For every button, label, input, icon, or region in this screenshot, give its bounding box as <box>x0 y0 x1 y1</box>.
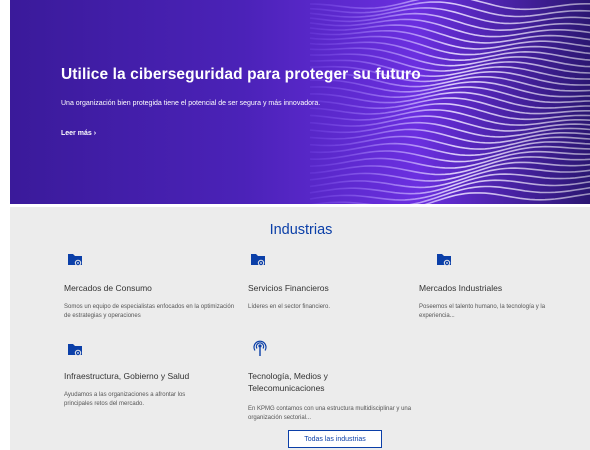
hero-banner: Utilice la ciberseguridad para proteger … <box>10 0 590 204</box>
industry-description: En KPMG contamos con una estructura mult… <box>248 406 412 421</box>
industry-title[interactable]: Tecnología, Medios y Telecomunicaciones <box>248 370 378 394</box>
hero-title: Utilice la ciberseguridad para proteger … <box>61 66 421 83</box>
hero-description: Una organización bien protegida tiene el… <box>61 100 321 107</box>
industry-description: Líderes en el sector financiero. <box>248 304 331 310</box>
industry-title[interactable]: Mercados de Consumo <box>64 282 152 294</box>
industries-section: Industrias Mercados de Consumo Somos un … <box>10 207 590 450</box>
hero-wave-line <box>309 47 590 68</box>
broadcast-icon <box>251 339 269 357</box>
folder-gear-icon <box>66 250 84 268</box>
all-industries-button[interactable]: Todas las industrias <box>288 430 382 448</box>
folder-gear-icon <box>249 250 267 268</box>
read-more-label: Leer más <box>61 130 92 137</box>
industry-title[interactable]: Infraestructura, Gobierno y Salud <box>64 370 189 382</box>
hero-wave-line <box>309 121 590 138</box>
hero-wave-line <box>309 30 590 50</box>
industry-title[interactable]: Servicios Financieros <box>248 282 329 294</box>
chevron-right-icon: › <box>93 130 97 137</box>
folder-gear-icon <box>435 250 453 268</box>
hero-wave-line <box>309 173 590 195</box>
industries-title: Industrias <box>269 222 333 238</box>
read-more-link[interactable]: Leer más › <box>61 130 96 137</box>
industry-title[interactable]: Mercados Industriales <box>419 282 502 294</box>
hero-wave-line <box>309 156 590 176</box>
industry-description: Somos un equipo de especialistas enfocad… <box>64 304 235 319</box>
hero-wave-line <box>309 0 590 11</box>
folder-gear-icon <box>66 340 84 358</box>
industry-description: Poseemos el talento humano, la tecnologí… <box>419 304 546 319</box>
hero-wave-line <box>309 1 590 18</box>
industry-description: Ayudamos a las organizaciones a afrontar… <box>64 392 186 407</box>
